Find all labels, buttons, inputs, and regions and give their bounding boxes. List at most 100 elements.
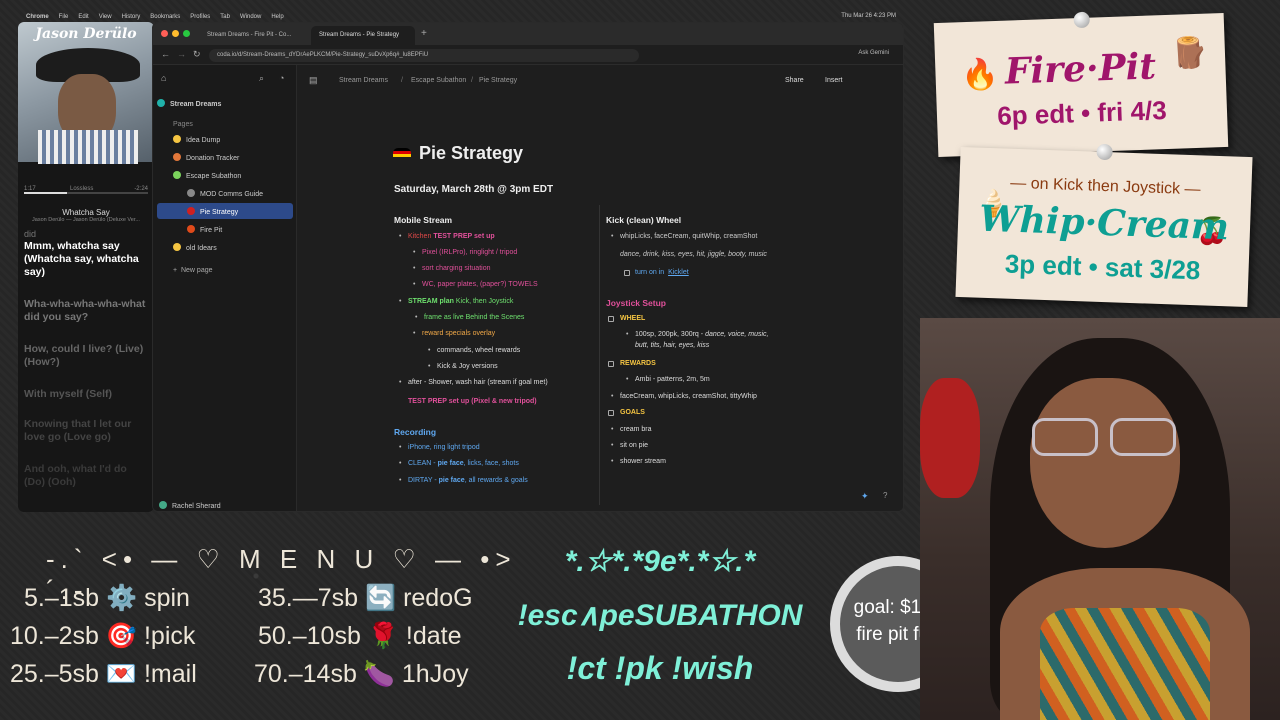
- sidebar-item-mod-comms-guide[interactable]: MOD Comms Guide: [187, 185, 293, 201]
- list-item: Ambi - patterns, 2m, 5m: [626, 376, 710, 383]
- menu-tab[interactable]: Tab: [220, 14, 230, 20]
- pie-face-text: pie face: [437, 460, 464, 467]
- share-button[interactable]: Share: [785, 77, 804, 84]
- page-icon: [173, 135, 181, 143]
- kick-italic-line: dance, drink, kiss, eyes, hit, jiggle, b…: [620, 251, 767, 258]
- list-item: sit on pie: [611, 442, 648, 449]
- sidebar-item-donation-tracker[interactable]: Donation Tracker: [173, 149, 293, 165]
- checkbox[interactable]: [624, 270, 630, 276]
- sidebar-item-old-idears[interactable]: old Idears: [173, 239, 293, 255]
- kicklet-link[interactable]: Kicklet: [668, 269, 689, 276]
- lyric-line: And ooh, what I'd do (Do) (Ooh): [24, 463, 127, 488]
- menu-edit[interactable]: Edit: [78, 14, 88, 20]
- page-icon: [173, 153, 181, 161]
- webcam-feed: [920, 318, 1280, 720]
- tab-fire-pit[interactable]: Stream Dreams - Fire Pit - Co...: [199, 26, 307, 45]
- list-item: whipLicks, faceCream, quitWhip, creamSho…: [611, 233, 757, 240]
- sidebar-item-label: Donation Tracker: [186, 155, 240, 162]
- sidebar-item-label: Idea Dump: [186, 137, 221, 144]
- clean-text: CLEAN -: [408, 460, 438, 467]
- list-item: faceCream, whipLicks, creamShot, tittyWh…: [611, 393, 757, 400]
- chat-icon[interactable]: ◔: [279, 73, 284, 83]
- music-player: Jason Derülo 1:17 Lossless -2:24 Whatcha…: [18, 22, 154, 512]
- pin-icon: [1096, 143, 1113, 161]
- tab-pie-strategy[interactable]: Stream Dreams - Pie Strategy: [311, 26, 415, 45]
- list-item: STREAM plan Kick, then Joystick: [399, 298, 513, 305]
- menu-file[interactable]: File: [59, 14, 69, 20]
- whip-cream-time: 3p edt • sat 3/28: [1004, 248, 1201, 286]
- wheel-italic-line: butt, tits, hair, eyes, kiss: [635, 342, 710, 349]
- ai-icon[interactable]: ✦: [861, 491, 869, 502]
- breadcrumb-page[interactable]: Pie Strategy: [479, 77, 517, 84]
- sidebar-item-fire-pit[interactable]: Fire Pit: [187, 221, 293, 237]
- new-tab-icon[interactable]: +: [421, 28, 427, 39]
- url-field[interactable]: coda.io/d/Stream-Dreams_dYDrAePLKCM/Pie-…: [209, 49, 639, 62]
- breadcrumb-doc[interactable]: Stream Dreams: [339, 77, 388, 84]
- subathon-title: !esc∧peSUBATHON: [517, 599, 803, 632]
- insert-button[interactable]: Insert: [825, 77, 843, 84]
- kick-wheel-heading: Kick (clean) Wheel: [606, 215, 682, 225]
- menu-profiles[interactable]: Profiles: [190, 14, 210, 20]
- breadcrumb-sep: /: [471, 77, 473, 84]
- list-item: iPhone, ring light tripod: [399, 444, 480, 451]
- maximize-window-icon[interactable]: [183, 30, 190, 37]
- list-item: commands, wheel rewards: [428, 347, 520, 354]
- doc-icon: [157, 99, 165, 107]
- close-window-icon[interactable]: [161, 30, 168, 37]
- page-icon: [187, 189, 195, 197]
- face-shape: [1030, 378, 1180, 548]
- pie-face-text: pie face: [438, 477, 465, 484]
- coda-main: ▤ Stream Dreams / Escape Subathon / Pie …: [297, 65, 903, 511]
- avatar: [159, 501, 167, 509]
- user-profile[interactable]: Rachel Sherard: [159, 497, 295, 511]
- user-name: Rachel Sherard: [172, 503, 221, 510]
- menu-item: 70.–14sb 🍆 1hJoy: [254, 660, 469, 688]
- lyric-line: Wha-wha-wha-wha-what did you say?: [24, 298, 146, 323]
- breadcrumb-parent[interactable]: Escape Subathon: [411, 77, 466, 84]
- minimize-window-icon[interactable]: [172, 30, 179, 37]
- progress-fill: [24, 192, 68, 194]
- menu-overlay: -.` <• — ♡ M E N U ♡ — •> ´.- 5.–1sb ⚙️ …: [0, 540, 520, 720]
- list-item: Pixel (IRLPro), ringlight / tripod: [413, 249, 517, 256]
- checkbox[interactable]: [608, 410, 614, 416]
- lyric-line-current: Mmm, whatcha say (Whatcha say, whatcha s…: [24, 240, 139, 278]
- list-item: 100sp, 200pk, 300rq - dance, voice, musi…: [626, 331, 769, 338]
- page-title-text: Pie Strategy: [419, 143, 524, 163]
- menu-chrome[interactable]: Chrome: [26, 14, 49, 20]
- browser-window: Stream Dreams - Fire Pit - Co... Stream …: [152, 22, 904, 512]
- reload-icon[interactable]: ↻: [193, 49, 201, 60]
- help-icon[interactable]: ?: [883, 491, 887, 500]
- sidebar-item-pie-strategy[interactable]: Pie Strategy: [157, 203, 293, 219]
- list-item: cream bra: [611, 426, 651, 433]
- kitchen-text: Kitchen: [408, 233, 432, 240]
- sidebar-item-escape-subathon[interactable]: Escape Subathon: [173, 167, 293, 183]
- dirty-rest-text: , all rewards & goals: [464, 477, 528, 484]
- pin-icon: [1073, 11, 1091, 29]
- checkbox[interactable]: [608, 316, 614, 322]
- address-bar: ← → ↻ coda.io/d/Stream-Dreams_dYDrAePLKC…: [153, 45, 903, 65]
- menu-view[interactable]: View: [99, 14, 112, 20]
- sidebar-item-idea-dump[interactable]: Idea Dump: [173, 131, 293, 147]
- home-icon[interactable]: ⌂: [161, 73, 166, 83]
- menu-help[interactable]: Help: [271, 14, 283, 20]
- menu-window[interactable]: Window: [240, 14, 261, 20]
- back-icon[interactable]: ←: [161, 49, 170, 59]
- forward-icon[interactable]: →: [177, 49, 186, 59]
- menu-history[interactable]: History: [122, 14, 141, 20]
- sidebar-toggle-icon[interactable]: ▤: [309, 75, 318, 86]
- sidebar-item-label: Pie Strategy: [200, 209, 239, 216]
- recording-heading: Recording: [394, 427, 437, 437]
- checkbox[interactable]: [608, 361, 614, 367]
- page-subtitle: Saturday, March 28th @ 3pm EDT: [394, 184, 554, 195]
- menu-bookmarks[interactable]: Bookmarks: [150, 14, 180, 20]
- progress-bar[interactable]: [24, 192, 148, 194]
- ask-gemini-button[interactable]: Ask Gemini: [858, 50, 889, 56]
- column-divider[interactable]: [599, 205, 600, 505]
- search-icon[interactable]: ⌕: [259, 73, 264, 84]
- list-item: CLEAN - pie face, licks, face, shots: [399, 460, 519, 467]
- new-page-button[interactable]: + New page: [173, 263, 309, 279]
- album-artist-text: Jason Derülo: [35, 26, 137, 42]
- doc-name[interactable]: Stream Dreams: [157, 95, 293, 111]
- page-icon: [187, 225, 195, 233]
- page-icon: [173, 171, 181, 179]
